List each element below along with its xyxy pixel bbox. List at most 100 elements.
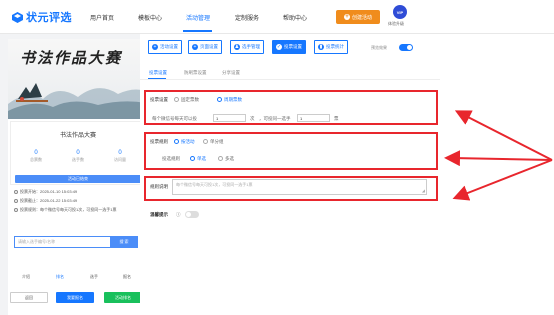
vip-avatar[interactable]: VIP xyxy=(393,5,407,19)
users-icon: ♟ xyxy=(234,44,240,50)
avatar-label[interactable]: 体验升级 xyxy=(388,21,404,27)
per-player-input[interactable]: 1 xyxy=(297,114,330,122)
brand-logo[interactable]: 状元评选 xyxy=(12,9,72,25)
nav-user-home[interactable]: 用户首页 xyxy=(90,13,114,22)
per-day-input[interactable]: 1 xyxy=(213,114,246,122)
stat-label: 访问量 xyxy=(114,157,126,162)
search-input[interactable]: 请输入选手编号/名称 xyxy=(14,236,110,248)
info-vote-rule: 投票规则：每个微信号每天可投1次，可投同一选手1票 xyxy=(14,207,140,213)
tab-ranking[interactable]: 排名 xyxy=(56,274,64,280)
join-button[interactable]: 我要报名 xyxy=(56,292,94,303)
plus-icon: + xyxy=(343,14,350,20)
stat-value: 0 xyxy=(118,150,122,156)
fixed-vote-radio[interactable] xyxy=(174,97,179,102)
clock-icon xyxy=(14,208,18,212)
tab-signup[interactable]: 报名 xyxy=(123,274,131,280)
activity-card: 书法作品大赛 0 总票数 0 选手数 0 访问量 活动已结束 xyxy=(10,121,144,185)
player-search: 请输入选手编号/名称 搜 索 xyxy=(14,236,138,248)
card-title: 书法作品大赛 xyxy=(59,133,96,139)
fixed-vote-label: 固定票数 xyxy=(181,97,199,102)
tab-players[interactable]: 选手 xyxy=(90,274,98,280)
by-category-radio[interactable] xyxy=(203,139,208,144)
rule-description-label: 规则说明 xyxy=(150,184,168,189)
button-label: 投票设置 xyxy=(284,44,302,49)
stat-total-votes: 0 总票数 xyxy=(16,150,56,163)
vote-settings-button[interactable]: ✓ 投票设置 xyxy=(272,40,306,54)
subtab-vote-settings[interactable]: 投票设置 xyxy=(149,70,167,76)
resize-handle-icon[interactable]: ◢ xyxy=(422,188,425,193)
vote-icon: ✓ xyxy=(276,44,282,50)
nav-activity-management[interactable]: 活动管理 xyxy=(186,13,210,22)
multi-choice-radio[interactable] xyxy=(218,156,223,161)
stat-value: 0 xyxy=(76,150,80,156)
search-button[interactable]: 搜 索 xyxy=(110,236,138,248)
active-nav-underline xyxy=(183,30,212,32)
landscape-illustration xyxy=(8,83,146,119)
stat-players: 0 选手数 xyxy=(58,150,98,163)
page-settings-button[interactable]: + 页面设置 xyxy=(188,40,222,54)
button-label: 活动设置 xyxy=(160,44,178,49)
single-choice-label: 单选 xyxy=(197,156,206,161)
by-activity-label: 按活动 xyxy=(181,139,195,144)
stat-label: 总票数 xyxy=(30,157,42,162)
multi-choice-label: 多选 xyxy=(225,156,234,161)
activity-status-button[interactable]: 活动已结束 xyxy=(15,175,141,183)
subtab-active-underline xyxy=(148,78,166,79)
info-end-time: 投票截止：2025-01-22 15:03:49 xyxy=(14,198,140,204)
preview-toggle[interactable] xyxy=(399,44,413,51)
clock-icon xyxy=(14,190,18,194)
stat-visits: 0 访问量 xyxy=(100,150,140,163)
by-activity-radio[interactable] xyxy=(174,139,179,144)
rank-button[interactable]: 活动排名 xyxy=(104,292,142,303)
arrow-to-vote-rule xyxy=(444,150,553,167)
preview-label: 预览效果 xyxy=(371,45,387,50)
subtab-anti-cheat[interactable]: 防刷票设置 xyxy=(184,70,207,76)
create-activity-button[interactable]: + 创建活动 xyxy=(336,10,380,24)
banner-title: 书法作品大赛 xyxy=(20,49,123,67)
tab-intro[interactable]: 介绍 xyxy=(22,274,30,280)
subtab-divider xyxy=(140,79,440,80)
info-text: 投票截止：2025-01-22 15:03:49 xyxy=(20,198,78,203)
vote-setting-label: 投票设置 xyxy=(150,97,168,102)
info-start-time: 投票开始：2025-01-10 15:03:49 xyxy=(14,189,140,195)
vote-statistics-button[interactable]: ▮ 投票统计 xyxy=(314,40,348,54)
tip-label: 温馨提示 xyxy=(150,212,168,217)
per-player-prefix: ，可投同一选手 xyxy=(259,116,291,121)
nav-help-center[interactable]: 帮助中心 xyxy=(283,13,307,22)
toggle-knob xyxy=(186,212,191,217)
clock-icon xyxy=(14,199,18,203)
single-choice-radio[interactable] xyxy=(190,156,195,161)
info-text: 投票开始：2025-01-10 15:03:49 xyxy=(20,189,78,194)
cycle-vote-radio[interactable] xyxy=(217,97,222,102)
brand-name: 状元评选 xyxy=(26,12,72,24)
player-management-button[interactable]: ♟ 选手管理 xyxy=(230,40,264,54)
activity-banner: 书法作品大赛 xyxy=(8,39,146,119)
back-button[interactable]: 返回 xyxy=(10,292,48,303)
nav-custom-service[interactable]: 定制服务 xyxy=(235,13,259,22)
highlight-box-vote-rule xyxy=(144,132,438,170)
plus-circle-icon: + xyxy=(152,44,158,50)
help-icon[interactable]: ⓘ xyxy=(176,212,181,218)
plus-circle-icon: + xyxy=(192,44,198,50)
cycle-vote-label: 周期票数 xyxy=(224,97,242,102)
textarea-placeholder: 每个微信号每天可投1次，可投同一选手1票 xyxy=(176,182,253,187)
arrow-to-rule-description xyxy=(452,159,553,201)
mobile-preview-panel: 书法作品大赛 书法作品大赛 0 总票数 0 选手数 0 访问量 活动已结束 投票… xyxy=(8,39,146,315)
tip-toggle[interactable] xyxy=(185,211,199,218)
stat-value: 0 xyxy=(34,150,38,156)
by-category-label: 单分组 xyxy=(210,139,224,144)
annotation-arrows xyxy=(444,110,553,201)
per-day-prefix: 每个微信号每天可以投 xyxy=(152,116,197,121)
nav-template-center[interactable]: 模板中心 xyxy=(138,13,162,22)
button-label: 选手管理 xyxy=(242,44,260,49)
subtab-share-settings[interactable]: 分享设置 xyxy=(222,70,240,76)
bar-chart-icon: ▮ xyxy=(318,44,324,50)
button-label: 页面设置 xyxy=(200,44,218,49)
vote-rule-label: 投票规则 xyxy=(150,139,168,144)
stat-label: 选手数 xyxy=(72,157,84,162)
per-player-unit: 票 xyxy=(334,116,339,121)
arrow-to-vote-setting xyxy=(454,110,553,161)
activity-settings-button[interactable]: + 活动设置 xyxy=(148,40,182,54)
rule-description-textarea[interactable]: 每个微信号每天可投1次，可投同一选手1票 ◢ xyxy=(172,179,427,195)
grouping-label: 投选规则 xyxy=(162,156,180,161)
